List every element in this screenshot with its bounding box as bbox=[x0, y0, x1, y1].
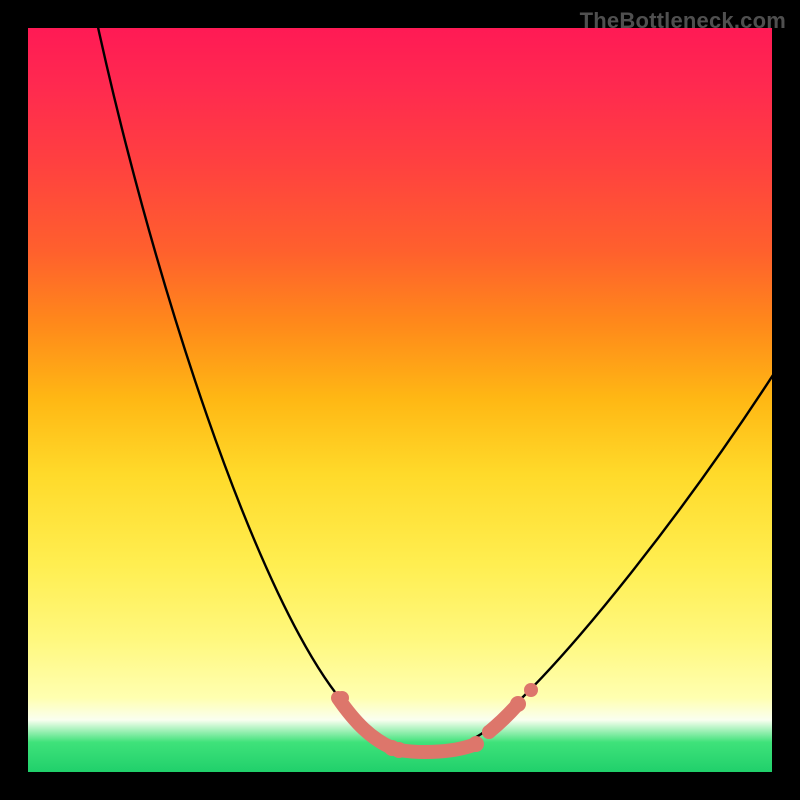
pt-5 bbox=[510, 696, 526, 712]
left-curve bbox=[90, 0, 413, 750]
pt-3 bbox=[468, 736, 484, 752]
seg-0 bbox=[338, 698, 392, 748]
watermark: TheBottleneck.com bbox=[580, 8, 786, 34]
pt-4 bbox=[482, 725, 496, 739]
pt-0 bbox=[335, 691, 349, 705]
seg-1 bbox=[399, 744, 476, 752]
plot-svg bbox=[28, 28, 772, 772]
right-curve bbox=[413, 358, 784, 750]
pt-2 bbox=[391, 742, 407, 758]
pt-6 bbox=[524, 683, 538, 697]
